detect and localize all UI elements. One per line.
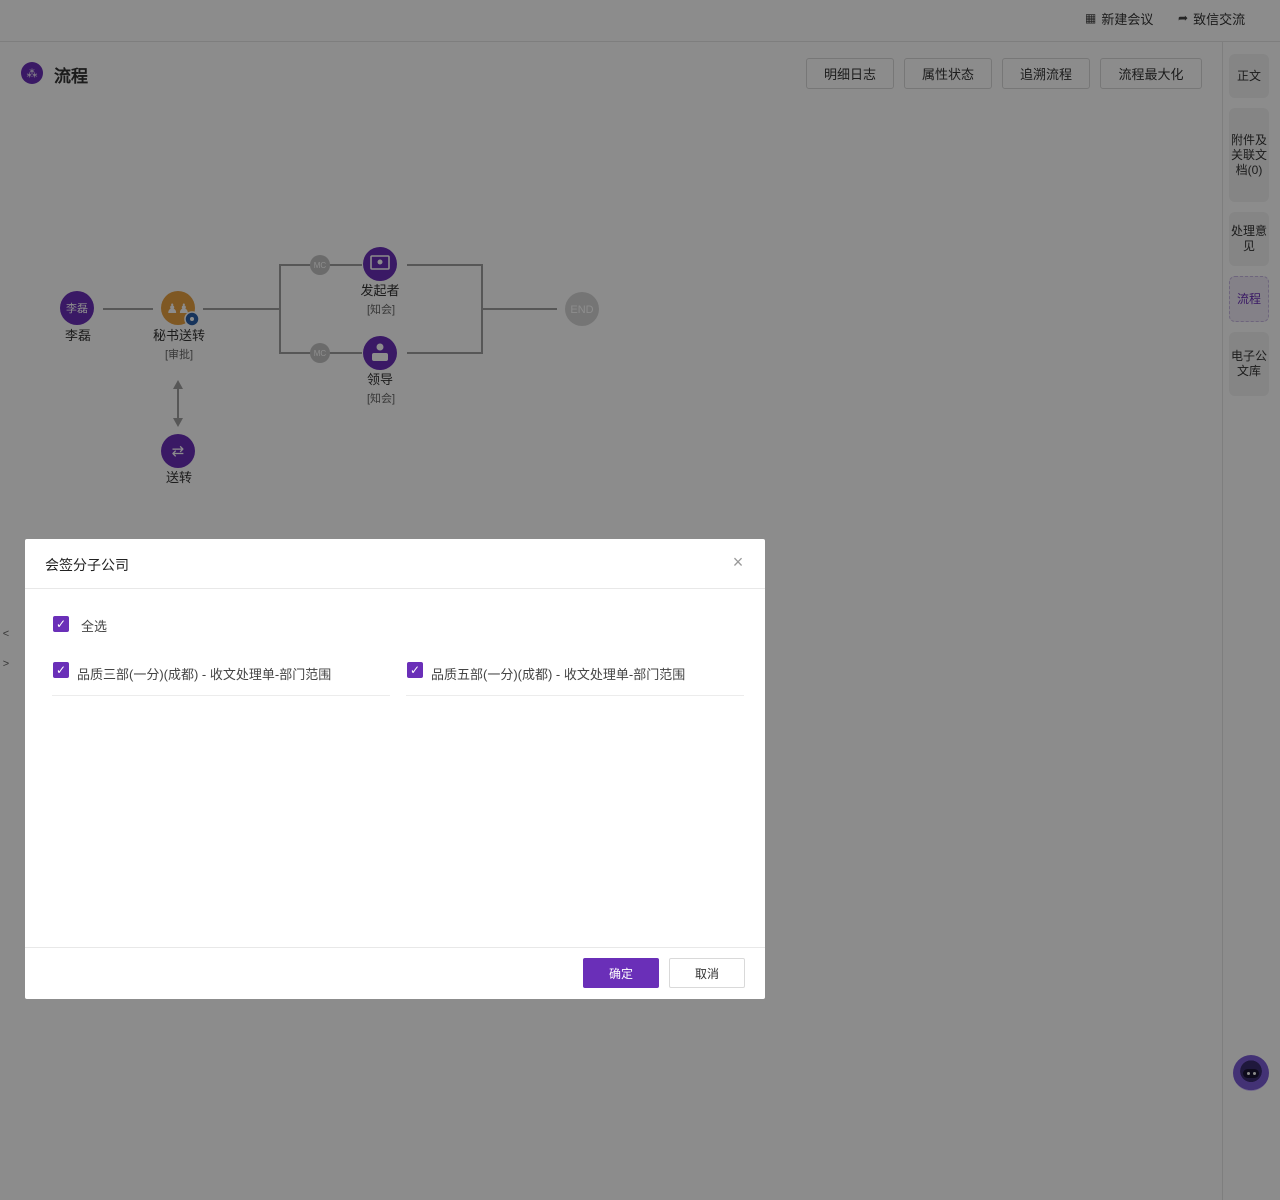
option-checkbox[interactable]: ✓ — [53, 662, 69, 678]
divider — [52, 695, 390, 696]
dialog-footer: 确定 取消 — [25, 947, 765, 999]
option-checkbox[interactable]: ✓ — [407, 662, 423, 678]
confirm-button[interactable]: 确定 — [583, 958, 659, 988]
close-icon[interactable]: × — [729, 553, 747, 571]
countersign-dialog: 会签分子公司 × ✓ 全选 ✓ 品质三部(一分)(成都) - 收文处理单-部门范… — [25, 539, 765, 999]
dialog-header: 会签分子公司 × — [25, 539, 765, 589]
divider — [406, 695, 744, 696]
option-label[interactable]: 品质三部(一分)(成都) - 收文处理单-部门范围 — [77, 664, 331, 683]
select-all-checkbox[interactable]: ✓ — [53, 616, 69, 632]
dialog-title: 会签分子公司 — [45, 557, 129, 573]
option-label[interactable]: 品质五部(一分)(成都) - 收文处理单-部门范围 — [431, 664, 685, 683]
select-all-label[interactable]: 全选 — [81, 616, 107, 635]
cancel-button[interactable]: 取消 — [669, 958, 745, 988]
